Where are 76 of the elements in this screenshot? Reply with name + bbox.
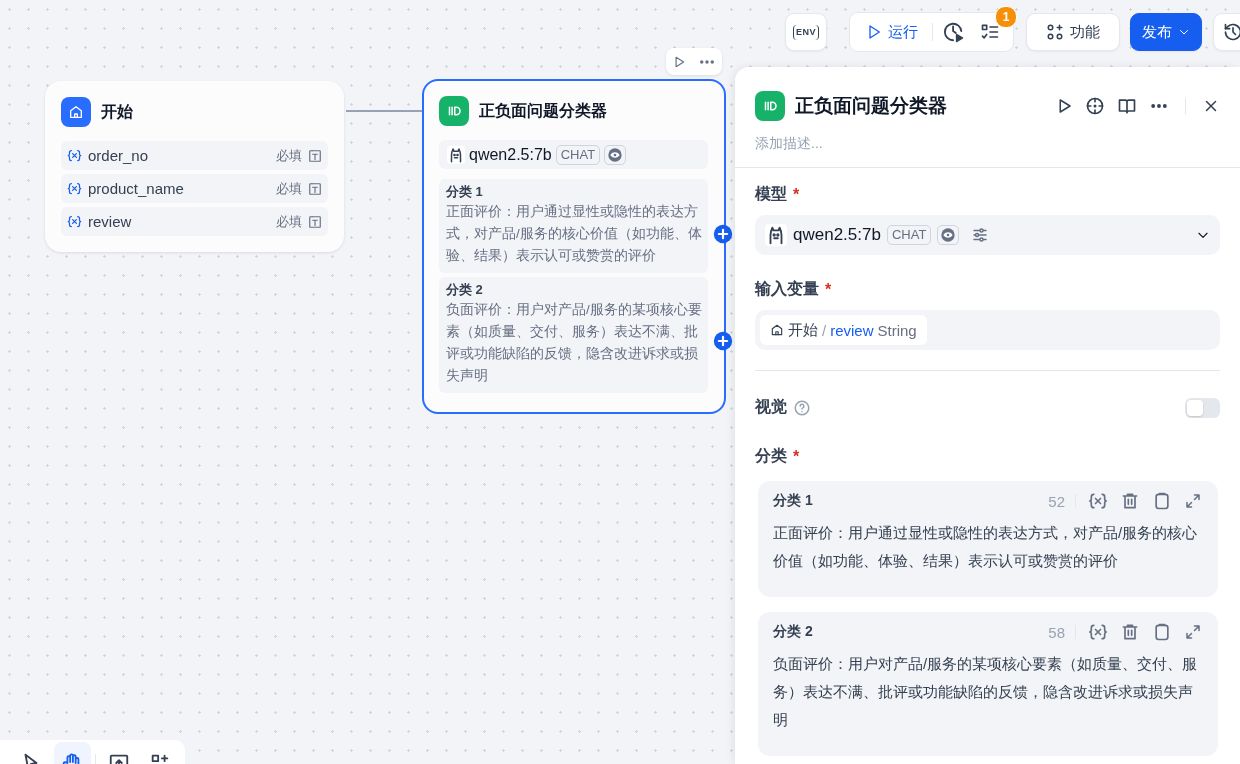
add-branch-icon[interactable]	[713, 224, 733, 244]
home-icon	[770, 323, 784, 337]
features-button[interactable]: 功能	[1026, 13, 1120, 51]
node-title: 正负面问题分类器	[479, 100, 607, 121]
sliders-icon	[971, 226, 990, 244]
character-count: 58	[1048, 623, 1065, 641]
text-field-icon	[308, 181, 322, 196]
text-field-icon	[308, 148, 322, 163]
variable-name: order_no	[88, 147, 150, 164]
notification-badge: 1	[995, 6, 1017, 28]
variable-icon	[67, 214, 82, 229]
variable-icon[interactable]	[1088, 622, 1108, 642]
play-icon	[866, 24, 882, 40]
run-node-icon[interactable]	[672, 54, 686, 69]
clock-play-icon	[943, 21, 965, 43]
vision-icon	[607, 146, 624, 163]
class-label: 分类 1	[446, 183, 484, 201]
vision-toggle[interactable]	[1185, 397, 1220, 418]
node-title: 开始	[101, 101, 133, 122]
llama-icon	[447, 145, 465, 164]
required-label: 必填	[276, 146, 302, 165]
class-description: 正面评价：用户通过显性或隐性的表达方式，对产品/服务的核心价值（如功能、体验、结果）表示认可或赞赏的评价	[773, 523, 1199, 571]
variable-type: String	[877, 321, 917, 339]
variable-icon	[67, 181, 82, 196]
home-glyph-icon	[68, 104, 84, 120]
classifier-node[interactable]: 正负面问题分类器 qwen2.5:7b CHAT 分类 1 正面评价：用户通过显性或隐性的表达方式，对产品/服务的核心价值（如功能、体验、结果）表示认可或赞赏的评价 分类 2 负面评价：用户对产品/服务的某项核心要素（如质量、交付、服务）表达不满、批评或功能缺陷的反馈，隐含改进诉求或损失声明	[422, 79, 726, 414]
model-select[interactable]: qwen2.5:7b CHAT	[755, 215, 1220, 255]
variable-icon	[67, 148, 82, 163]
apps-plus-icon	[1046, 23, 1064, 41]
delete-icon[interactable]	[1120, 622, 1140, 642]
class-description: 负面评价：用户对产品/服务的某项核心要素（如质量、交付、服务）表达不满、批评或功能缺陷的反馈，隐含改进诉求或损失声明	[773, 654, 1199, 730]
required-label: 必填	[276, 212, 302, 231]
path-separator: /	[822, 321, 827, 339]
model-name: qwen2.5:7b	[793, 225, 881, 245]
publish-button[interactable]: 发布	[1130, 13, 1202, 51]
class-label: 分类 2	[446, 281, 484, 299]
text-field-icon	[308, 214, 322, 229]
required-mark: *	[825, 280, 832, 299]
run-button[interactable]: 运行	[858, 17, 926, 47]
node-name: 开始	[788, 320, 818, 340]
checklist-icon	[980, 22, 1000, 42]
vision-icon	[940, 227, 957, 243]
variable-name: product_name	[88, 180, 185, 197]
field-label: 视觉	[755, 397, 787, 417]
class-label: 分类 1	[773, 492, 814, 510]
model-name: qwen2.5:7b	[469, 145, 552, 164]
expand-icon[interactable]	[1184, 623, 1202, 641]
delete-icon[interactable]	[1120, 491, 1140, 511]
add-branch-icon[interactable]	[713, 331, 733, 351]
env-button[interactable]: ENV	[785, 13, 827, 51]
field-label: 分类	[755, 446, 787, 466]
book-icon[interactable]	[1117, 96, 1137, 116]
class-description: 正面评价：用户通过显性或隐性的表达方式，对产品/服务的核心价值（如功能、体验、结果）表示认可或赞赏的评价	[446, 203, 702, 265]
field-label: 输入变量	[755, 279, 819, 299]
variable-icon[interactable]	[1088, 491, 1108, 511]
required-mark: *	[793, 185, 800, 204]
expand-icon[interactable]	[1184, 492, 1202, 510]
crosshair-icon[interactable]	[1085, 96, 1105, 116]
character-count: 52	[1048, 492, 1065, 510]
variable-name: review	[88, 213, 133, 230]
field-label: 模型	[755, 184, 787, 204]
panel-title: 正负面问题分类器	[795, 94, 948, 118]
variable-name: review	[830, 321, 874, 339]
clipboard-icon[interactable]	[1152, 491, 1172, 511]
required-label: 必填	[276, 179, 302, 198]
mode-tag: CHAT	[886, 225, 932, 245]
input-variable-field[interactable]: 开始 / review String	[755, 310, 1220, 350]
help-icon	[793, 398, 811, 417]
history-icon	[1223, 22, 1240, 42]
required-mark: *	[793, 447, 800, 466]
clipboard-icon[interactable]	[1152, 622, 1172, 642]
class-description: 负面评价：用户对产品/服务的某项核心要素（如质量、交付、服务）表达不满、批评或功能缺陷的反馈，隐含改进诉求或损失声明	[446, 301, 702, 385]
llama-icon	[765, 224, 787, 246]
mode-tag: CHAT	[555, 144, 601, 165]
description-field[interactable]: 添加描述...	[755, 131, 1155, 155]
class-label: 分类 2	[773, 623, 814, 641]
